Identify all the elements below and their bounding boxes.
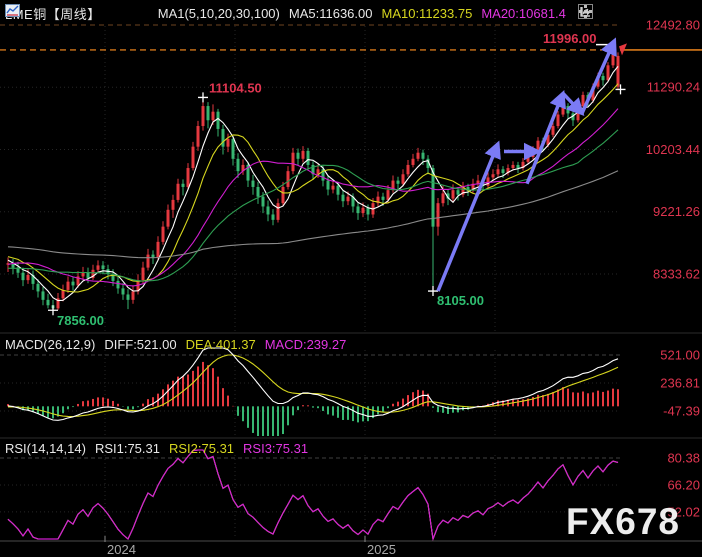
rsi1-line [8, 450, 618, 539]
rsi2-line [8, 450, 618, 539]
price-axis-labels: 12492.80 11290.24 10203.44 9221.26 8333.62 52… [646, 18, 700, 520]
time-axis-label: 2024 [107, 542, 136, 557]
rsi3-value: RSI3:75.31 [243, 441, 308, 456]
price-annotation: 8105.00 [437, 293, 484, 308]
trend-arrow [438, 144, 498, 291]
price-annotation: 11996.00 [543, 31, 597, 46]
collapse-icon[interactable] [110, 6, 125, 21]
macd-dea-value: DEA:401.37 [186, 337, 256, 352]
price-markers [48, 43, 627, 315]
chart-header: LME铜【周线】 MA1(5,10,20,30,100) MA5:11636.0… [5, 4, 566, 23]
macd-bar-value: MACD:239.27 [265, 337, 347, 352]
rsi-header: RSI(14,14,14) RSI1:75.31 RSI2:75.31 RSI3… [5, 441, 308, 456]
rsi1-value: RSI1:75.31 [95, 441, 160, 456]
ma5-value: MA5:11636.00 [289, 6, 373, 21]
plus-marker [198, 92, 208, 102]
pan-right-tool-icon[interactable] [632, 4, 647, 19]
chart-app: 12492.80 11290.24 10203.44 9221.26 8333.62 52… [0, 0, 702, 557]
rsi2-value: RSI2:75.31 [169, 441, 234, 456]
chart-canvas[interactable]: 12492.80 11290.24 10203.44 9221.26 8333.62 52… [0, 0, 702, 557]
annotation-arrows [438, 41, 615, 291]
ma-settings-label: MA1(5,10,20,30,100) [158, 6, 280, 21]
axis-label: 80.38 [667, 451, 700, 466]
auto-scale-tool-icon[interactable] [596, 4, 611, 19]
forward-tool-icon[interactable] [614, 4, 629, 19]
axis-label: -47.39 [663, 403, 700, 418]
axis-label: 9221.26 [653, 204, 700, 219]
trend-arrow [527, 93, 563, 183]
macd-title: MACD(26,12,9) [5, 337, 95, 352]
axis-label: 10203.44 [646, 142, 700, 157]
axis-label: 12492.80 [646, 18, 700, 33]
chart-toolbar [578, 4, 647, 19]
rsi-title: RSI(14,14,14) [5, 441, 86, 456]
axis-label: 66.20 [667, 477, 700, 492]
ma20-line [8, 109, 618, 286]
macd-diff-line [8, 348, 618, 420]
ma100-line [8, 171, 618, 258]
macd-header: MACD(26,12,9) DIFF:521.00 DEA:401.37 MAC… [5, 337, 346, 352]
fx678-watermark: FX678 [566, 501, 680, 543]
ma20-value: MA20:10681.4 [481, 6, 566, 21]
macd-pane [8, 348, 618, 436]
macd-diff-value: DIFF:521.00 [104, 337, 176, 352]
rsi3-line [8, 450, 618, 539]
axis-label: 236.81 [660, 375, 700, 390]
axis-label: 8333.62 [653, 266, 700, 281]
price-annotation: 11104.50 [209, 80, 262, 95]
rsi-pane [8, 450, 618, 539]
ma10-line [8, 84, 618, 292]
time-axis-label: 2025 [367, 542, 396, 557]
mini-chart-icon[interactable] [134, 6, 149, 21]
axis-label: 521.00 [660, 348, 700, 363]
price-annotation: 7856.00 [57, 313, 104, 328]
axis-label: 11290.24 [647, 80, 700, 95]
ma10-value: MA10:11233.75 [381, 6, 472, 21]
trend-arrow [582, 41, 615, 114]
